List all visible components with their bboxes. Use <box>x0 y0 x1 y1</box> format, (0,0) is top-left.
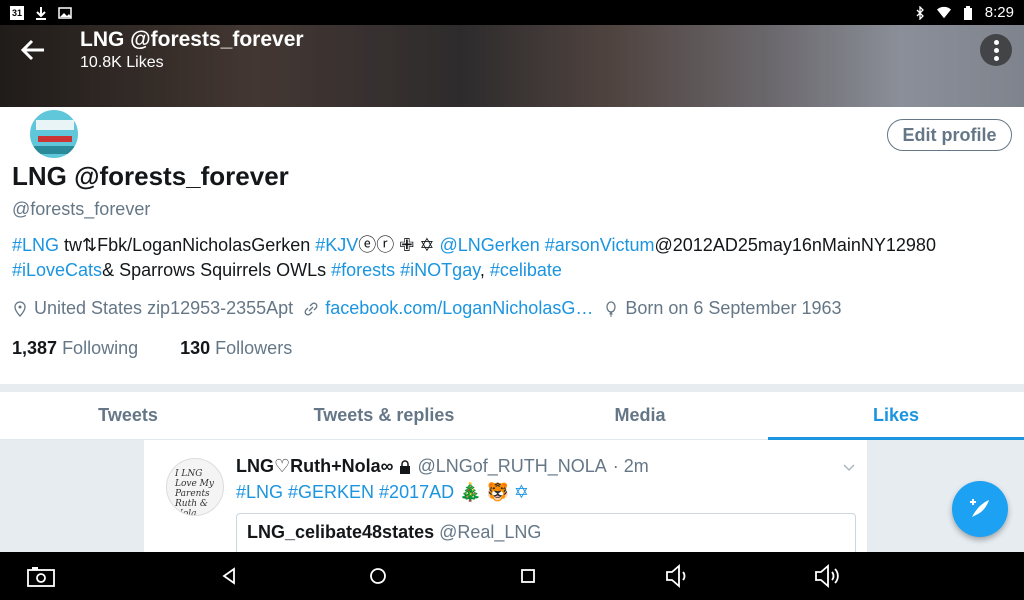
tab-tweets-replies[interactable]: Tweets & replies <box>256 392 512 439</box>
home-circle-icon[interactable] <box>363 562 393 590</box>
battery-icon <box>963 5 972 20</box>
location-pin-icon <box>14 300 26 317</box>
profile-birthday: Born on 6 September 1963 <box>625 298 842 318</box>
profile-name: LNG @forests_forever <box>12 161 289 191</box>
tweet-header: LNG♡Ruth+Nola∞ @LNGof_RUTH_NOLA · 2m <box>236 456 649 477</box>
back-arrow-icon[interactable] <box>18 35 48 65</box>
tweet-author-name[interactable]: LNG♡Ruth+Nola∞ <box>236 456 393 477</box>
header-likes-count: 10.8K Likes <box>80 54 164 71</box>
screenshot-camera-icon[interactable] <box>26 562 56 590</box>
hashtag-link[interactable]: #LNG <box>12 235 59 255</box>
tab-tweets[interactable]: Tweets <box>0 392 256 439</box>
volume-up-icon[interactable] <box>812 562 842 590</box>
lock-icon <box>400 459 411 474</box>
hashtag-link[interactable]: #iLoveCats <box>12 260 102 280</box>
compose-feather-icon <box>970 499 989 517</box>
edit-profile-button[interactable]: Edit profile <box>887 119 1012 151</box>
more-options-icon[interactable] <box>980 34 1012 66</box>
followers-stat[interactable]: 130 Followers <box>180 338 292 359</box>
hashtag-link[interactable]: #celibate <box>490 260 562 280</box>
compose-tweet-button[interactable] <box>952 481 1008 537</box>
profile-avatar[interactable] <box>28 108 80 160</box>
clock: 8:29 <box>984 4 1014 21</box>
download-icon <box>36 6 46 20</box>
tab-likes[interactable]: Likes <box>768 392 1024 440</box>
tab-media[interactable]: Media <box>512 392 768 439</box>
chevron-down-icon[interactable] <box>842 460 856 474</box>
tweet-author-handle[interactable]: @LNGof_RUTH_NOLA <box>417 456 606 477</box>
calendar-icon: 31 <box>10 5 24 20</box>
tweet-card[interactable]: I LNG Love My Parents Ruth & Nola LNG♡Ru… <box>144 440 867 563</box>
quoted-author-name: LNG_celibate48states <box>247 522 435 542</box>
profile-bio: #LNG tw⇅Fbk/LoganNicholasGerken #KJVⓔⓡ ✙… <box>12 235 936 280</box>
hashtag-link[interactable]: #arsonVictum <box>545 235 655 255</box>
image-icon <box>58 6 72 19</box>
following-stat[interactable]: 1,387 Following <box>12 338 138 359</box>
tweet-avatar[interactable]: I LNG Love My Parents Ruth & Nola <box>166 458 224 516</box>
hashtag-link[interactable]: #iNOTgay <box>400 260 480 280</box>
profile-meta: United States zip12953-2355Apt facebook.… <box>12 298 842 319</box>
hashtag-link[interactable]: #forests <box>331 260 395 280</box>
system-nav-bar <box>0 552 1024 600</box>
mention-link[interactable]: @LNGerken <box>439 235 539 255</box>
link-icon <box>304 302 318 315</box>
back-triangle-icon[interactable] <box>214 562 244 590</box>
recents-square-icon[interactable] <box>513 562 543 590</box>
quoted-author-handle: @Real_LNG <box>439 522 542 542</box>
header-title: LNG @forests_forever <box>80 28 304 51</box>
profile-banner: LNG @forests_forever 10.8K Likes <box>0 25 1024 107</box>
hashtag-link[interactable]: #KJV <box>315 235 358 255</box>
follow-counts: 1,387 Following 130 Followers <box>12 338 292 359</box>
tweet-time: · 2m <box>612 456 649 476</box>
profile-website-link[interactable]: facebook.com/LoganNicholasG… <box>325 298 593 319</box>
section-divider <box>0 384 1024 392</box>
balloon-icon <box>606 300 616 317</box>
wifi-icon <box>936 6 951 18</box>
profile-handle: @forests_forever <box>12 199 151 219</box>
status-bar: 31 8:29 <box>0 0 1024 25</box>
profile-location: United States zip12953-2355Apt <box>34 298 294 318</box>
profile-tabs: Tweets Tweets & replies Media Likes <box>0 392 1024 440</box>
volume-down-icon[interactable] <box>663 562 693 590</box>
bluetooth-icon <box>916 5 924 20</box>
tweet-text: #LNG #GERKEN #2017AD 🎄 🐯 ✡ <box>236 482 530 502</box>
